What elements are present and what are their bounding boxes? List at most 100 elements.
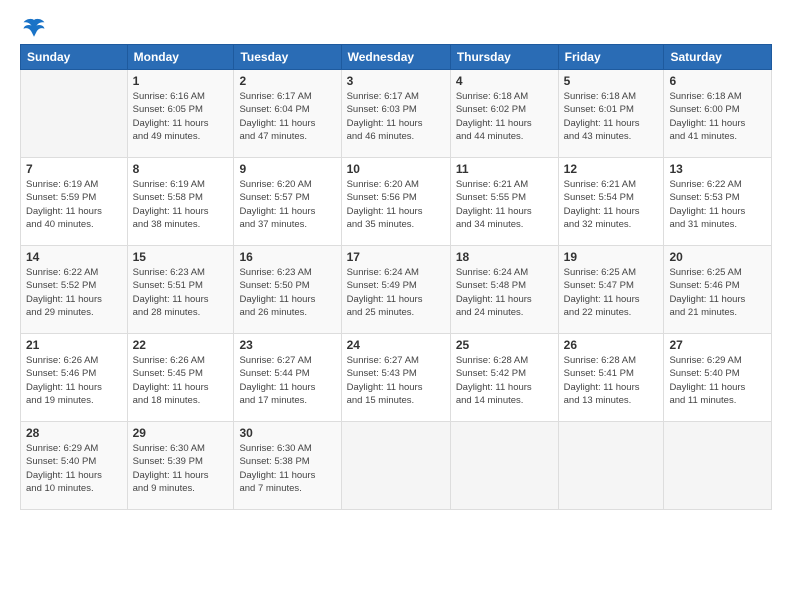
day-number: 21 — [26, 338, 122, 352]
calendar-cell: 13 Sunrise: 6:22 AM Sunset: 5:53 PM Dayli… — [664, 158, 772, 246]
day-number: 7 — [26, 162, 122, 176]
day-number: 28 — [26, 426, 122, 440]
week-row-3: 14 Sunrise: 6:22 AM Sunset: 5:52 PM Dayli… — [21, 246, 772, 334]
calendar-cell: 30Sunrise: 6:30 AM Sunset: 5:38 PM Dayli… — [234, 422, 341, 510]
day-number: 11 — [456, 162, 553, 176]
calendar-cell: 2Sunrise: 6:17 AM Sunset: 6:04 PM Daylig… — [234, 70, 341, 158]
weekday-header-wednesday: Wednesday — [341, 45, 450, 70]
day-info: Sunrise: 6:21 AM Sunset: 5:55 PM Dayligh… — [456, 178, 553, 231]
weekday-header-monday: Monday — [127, 45, 234, 70]
day-info: Sunrise: 6:17 AM Sunset: 6:03 PM Dayligh… — [347, 90, 445, 143]
day-number: 26 — [564, 338, 659, 352]
day-number: 8 — [133, 162, 229, 176]
day-number: 17 — [347, 250, 445, 264]
day-number: 2 — [239, 74, 335, 88]
day-info: Sunrise: 6:29 AM Sunset: 5:40 PM Dayligh… — [26, 442, 122, 495]
calendar-cell — [450, 422, 558, 510]
day-info: Sunrise: 6:18 AM Sunset: 6:01 PM Dayligh… — [564, 90, 659, 143]
weekday-header-saturday: Saturday — [664, 45, 772, 70]
weekday-header-friday: Friday — [558, 45, 664, 70]
calendar-table: SundayMondayTuesdayWednesdayThursdayFrid… — [20, 44, 772, 510]
day-info: Sunrise: 6:21 AM Sunset: 5:54 PM Dayligh… — [564, 178, 659, 231]
calendar-cell — [664, 422, 772, 510]
header — [20, 16, 772, 36]
day-info: Sunrise: 6:22 AM Sunset: 5:53 PM Dayligh… — [669, 178, 766, 231]
calendar-cell: 1 Sunrise: 6:16 AM Sunset: 6:05 PM Daylig… — [127, 70, 234, 158]
week-row-4: 21Sunrise: 6:26 AM Sunset: 5:46 PM Dayli… — [21, 334, 772, 422]
day-info: Sunrise: 6:29 AM Sunset: 5:40 PM Dayligh… — [669, 354, 766, 407]
calendar-cell — [21, 70, 128, 158]
day-number: 22 — [133, 338, 229, 352]
weekday-row: SundayMondayTuesdayWednesdayThursdayFrid… — [21, 45, 772, 70]
day-info: Sunrise: 6:25 AM Sunset: 5:46 PM Dayligh… — [669, 266, 766, 319]
day-info: Sunrise: 6:19 AM Sunset: 5:59 PM Dayligh… — [26, 178, 122, 231]
day-info: Sunrise: 6:30 AM Sunset: 5:39 PM Dayligh… — [133, 442, 229, 495]
calendar-cell — [558, 422, 664, 510]
day-number: 5 — [564, 74, 659, 88]
day-info: Sunrise: 6:28 AM Sunset: 5:42 PM Dayligh… — [456, 354, 553, 407]
day-number: 16 — [239, 250, 335, 264]
day-info: Sunrise: 6:16 AM Sunset: 6:05 PM Dayligh… — [133, 90, 229, 143]
calendar-cell: 9 Sunrise: 6:20 AM Sunset: 5:57 PM Daylig… — [234, 158, 341, 246]
calendar-cell: 11 Sunrise: 6:21 AM Sunset: 5:55 PM Dayli… — [450, 158, 558, 246]
day-number: 18 — [456, 250, 553, 264]
day-info: Sunrise: 6:27 AM Sunset: 5:44 PM Dayligh… — [239, 354, 335, 407]
day-number: 27 — [669, 338, 766, 352]
calendar-cell: 12 Sunrise: 6:21 AM Sunset: 5:54 PM Dayli… — [558, 158, 664, 246]
day-info: Sunrise: 6:23 AM Sunset: 5:51 PM Dayligh… — [133, 266, 229, 319]
calendar-cell: 22 Sunrise: 6:26 AM Sunset: 5:45 PM Dayli… — [127, 334, 234, 422]
day-info: Sunrise: 6:19 AM Sunset: 5:58 PM Dayligh… — [133, 178, 229, 231]
calendar-cell: 27 Sunrise: 6:29 AM Sunset: 5:40 PM Dayli… — [664, 334, 772, 422]
day-number: 23 — [239, 338, 335, 352]
day-number: 13 — [669, 162, 766, 176]
weekday-header-sunday: Sunday — [21, 45, 128, 70]
day-info: Sunrise: 6:26 AM Sunset: 5:45 PM Dayligh… — [133, 354, 229, 407]
day-number: 9 — [239, 162, 335, 176]
calendar-cell: 15 Sunrise: 6:23 AM Sunset: 5:51 PM Dayli… — [127, 246, 234, 334]
day-info: Sunrise: 6:23 AM Sunset: 5:50 PM Dayligh… — [239, 266, 335, 319]
calendar-cell: 21Sunrise: 6:26 AM Sunset: 5:46 PM Dayli… — [21, 334, 128, 422]
day-number: 4 — [456, 74, 553, 88]
calendar-body: 1 Sunrise: 6:16 AM Sunset: 6:05 PM Daylig… — [21, 70, 772, 510]
calendar-cell: 14 Sunrise: 6:22 AM Sunset: 5:52 PM Dayli… — [21, 246, 128, 334]
day-info: Sunrise: 6:28 AM Sunset: 5:41 PM Dayligh… — [564, 354, 659, 407]
day-number: 19 — [564, 250, 659, 264]
calendar-cell: 3 Sunrise: 6:17 AM Sunset: 6:03 PM Daylig… — [341, 70, 450, 158]
calendar-cell — [341, 422, 450, 510]
day-number: 15 — [133, 250, 229, 264]
calendar-cell: 17 Sunrise: 6:24 AM Sunset: 5:49 PM Dayli… — [341, 246, 450, 334]
day-number: 24 — [347, 338, 445, 352]
logo — [20, 16, 46, 36]
calendar-cell: 20 Sunrise: 6:25 AM Sunset: 5:46 PM Dayli… — [664, 246, 772, 334]
day-number: 1 — [133, 74, 229, 88]
day-number: 12 — [564, 162, 659, 176]
calendar-cell: 25Sunrise: 6:28 AM Sunset: 5:42 PM Dayli… — [450, 334, 558, 422]
day-number: 10 — [347, 162, 445, 176]
calendar-cell: 6Sunrise: 6:18 AM Sunset: 6:00 PM Daylig… — [664, 70, 772, 158]
day-info: Sunrise: 6:18 AM Sunset: 6:02 PM Dayligh… — [456, 90, 553, 143]
day-info: Sunrise: 6:24 AM Sunset: 5:49 PM Dayligh… — [347, 266, 445, 319]
weekday-header-thursday: Thursday — [450, 45, 558, 70]
calendar-cell: 23 Sunrise: 6:27 AM Sunset: 5:44 PM Dayli… — [234, 334, 341, 422]
calendar-cell: 8 Sunrise: 6:19 AM Sunset: 5:58 PM Daylig… — [127, 158, 234, 246]
calendar-cell: 10Sunrise: 6:20 AM Sunset: 5:56 PM Dayli… — [341, 158, 450, 246]
day-number: 20 — [669, 250, 766, 264]
calendar-cell: 7 Sunrise: 6:19 AM Sunset: 5:59 PM Daylig… — [21, 158, 128, 246]
day-info: Sunrise: 6:24 AM Sunset: 5:48 PM Dayligh… — [456, 266, 553, 319]
calendar-cell: 26 Sunrise: 6:28 AM Sunset: 5:41 PM Dayli… — [558, 334, 664, 422]
calendar-cell: 29 Sunrise: 6:30 AM Sunset: 5:39 PM Dayli… — [127, 422, 234, 510]
day-info: Sunrise: 6:20 AM Sunset: 5:57 PM Dayligh… — [239, 178, 335, 231]
logo-bird-icon — [22, 16, 46, 40]
day-info: Sunrise: 6:30 AM Sunset: 5:38 PM Dayligh… — [239, 442, 335, 495]
page: SundayMondayTuesdayWednesdayThursdayFrid… — [0, 0, 792, 612]
weekday-header-tuesday: Tuesday — [234, 45, 341, 70]
day-number: 14 — [26, 250, 122, 264]
calendar-cell: 16 Sunrise: 6:23 AM Sunset: 5:50 PM Dayli… — [234, 246, 341, 334]
calendar-cell: 18 Sunrise: 6:24 AM Sunset: 5:48 PM Dayli… — [450, 246, 558, 334]
day-number: 29 — [133, 426, 229, 440]
day-number: 3 — [347, 74, 445, 88]
week-row-5: 28 Sunrise: 6:29 AM Sunset: 5:40 PM Dayli… — [21, 422, 772, 510]
day-number: 6 — [669, 74, 766, 88]
calendar-cell: 24Sunrise: 6:27 AM Sunset: 5:43 PM Dayli… — [341, 334, 450, 422]
day-info: Sunrise: 6:22 AM Sunset: 5:52 PM Dayligh… — [26, 266, 122, 319]
